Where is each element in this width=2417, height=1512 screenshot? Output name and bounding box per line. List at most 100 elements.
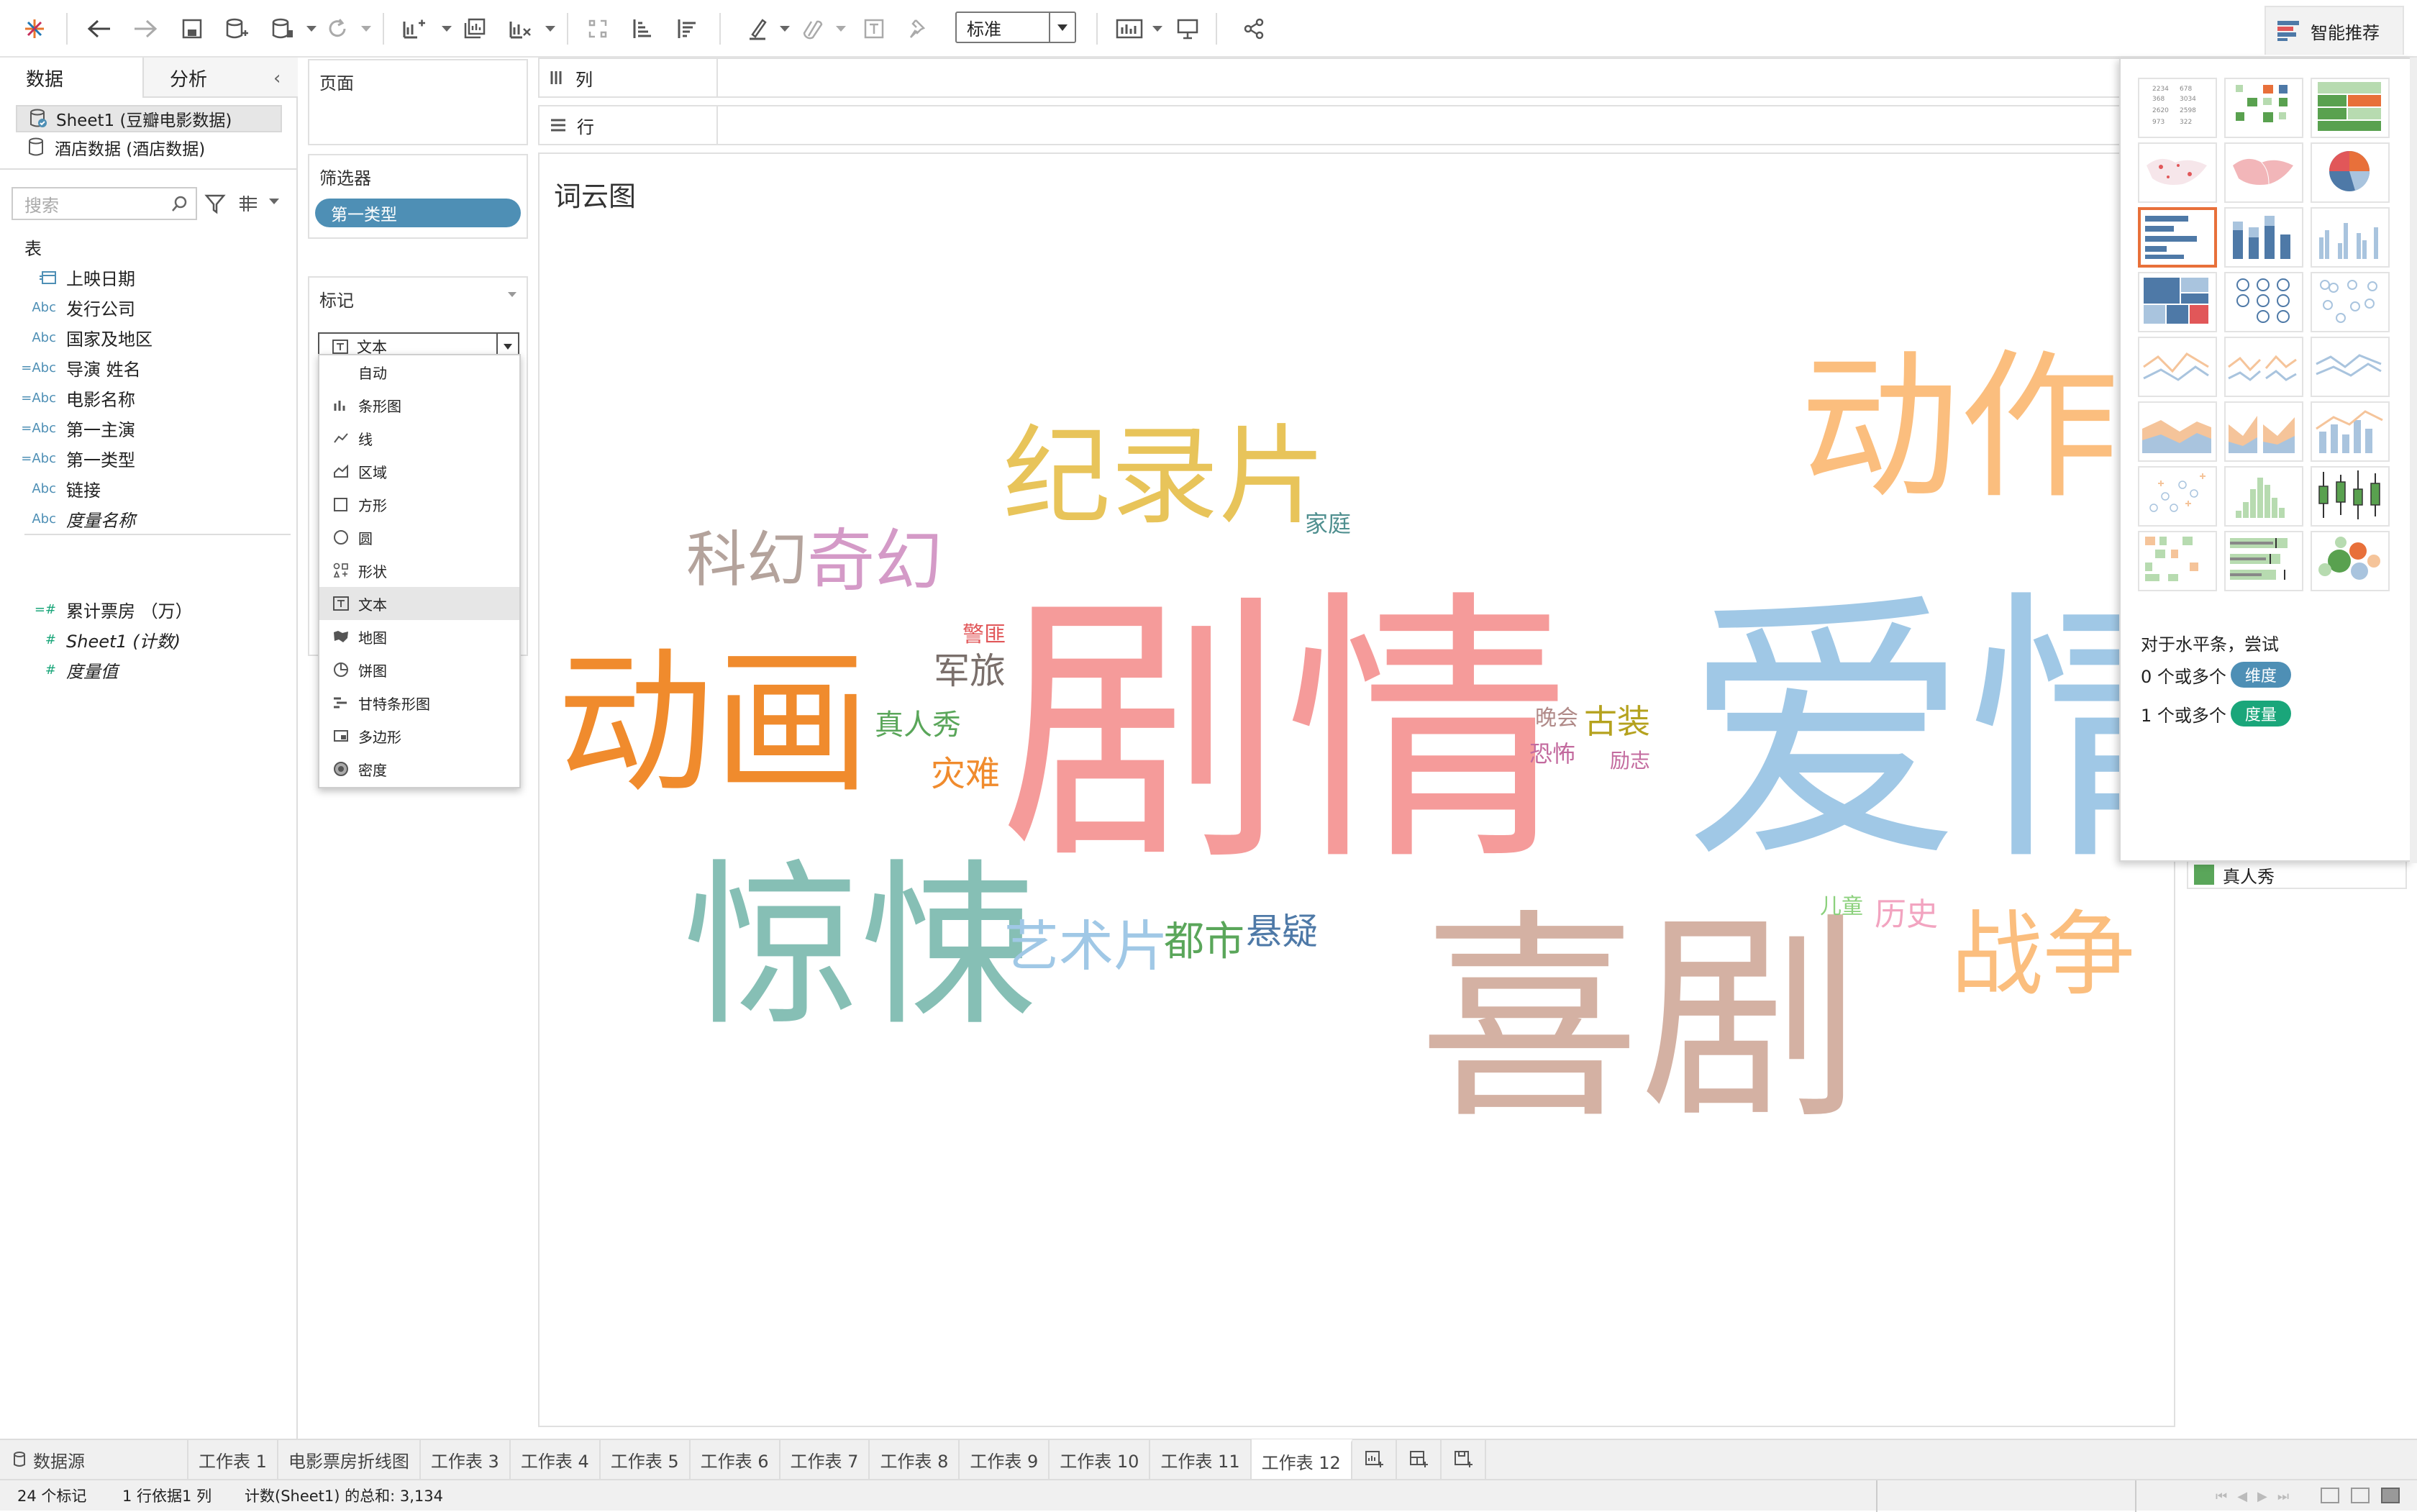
gantt-chart-icon[interactable] [2138, 531, 2217, 591]
mark-type-option[interactable]: 甘特条形图 [319, 686, 519, 719]
marks-menu-icon[interactable] [508, 292, 516, 297]
word-cloud-word[interactable]: 都市 [1164, 922, 1244, 962]
histogram-icon[interactable] [2224, 466, 2303, 527]
filter-icon[interactable] [204, 193, 226, 217]
refresh-dropdown-icon[interactable] [361, 26, 371, 32]
dual-lines-icon[interactable] [2311, 337, 2390, 397]
filter-pill[interactable]: 第一类型 [315, 199, 521, 227]
dimensions-field[interactable]: Abc 发行公司 [0, 292, 288, 322]
area-continuous-icon[interactable] [2138, 401, 2217, 462]
fit-view-select[interactable]: 标准 [955, 12, 1076, 43]
view-options-dropdown-icon[interactable] [269, 199, 279, 204]
mark-type-option[interactable]: 地图 [319, 620, 519, 653]
tab-data[interactable]: 数据 [0, 58, 144, 98]
presentation-mode-icon[interactable] [1171, 10, 1204, 47]
mark-type-option[interactable]: 区域 [319, 455, 519, 488]
box-whisker-icon[interactable] [2311, 466, 2390, 527]
show-me-tab[interactable]: 智能推荐 [2264, 6, 2404, 55]
word-cloud-word[interactable]: 战争 [1951, 909, 2135, 1001]
pie-chart-icon[interactable] [2311, 142, 2390, 203]
dimensions-field[interactable]: Abc 链接 [0, 473, 288, 504]
word-cloud-word[interactable]: 儿童 [1820, 896, 1863, 918]
new-worksheet-tab-icon[interactable] [1352, 1439, 1397, 1480]
datasource-item[interactable]: 酒店数据 (酒店数据) [16, 134, 205, 161]
refresh-icon[interactable] [321, 10, 354, 47]
sheet-tab[interactable]: 工作表 6 [691, 1439, 780, 1480]
show-labels-icon[interactable] [1112, 10, 1148, 47]
measures-field[interactable]: # Sheet1 (计数) [0, 624, 288, 655]
group-dropdown-icon[interactable] [836, 26, 846, 32]
panel-scrollbar[interactable] [2410, 58, 2417, 863]
sheet-tab[interactable]: 工作表 7 [780, 1439, 870, 1480]
show-labels-dropdown-icon[interactable] [1152, 26, 1162, 32]
datasource-tab[interactable]: 数据源 [0, 1439, 188, 1480]
horizontal-bars-icon[interactable] [2138, 207, 2217, 268]
new-worksheet-icon[interactable] [397, 10, 430, 47]
dimensions-field[interactable]: Abc 国家及地区 [0, 322, 288, 352]
circle-views-icon[interactable] [2224, 272, 2303, 332]
share-icon[interactable] [1237, 10, 1270, 47]
stacked-bars-icon[interactable] [2224, 207, 2303, 268]
mark-type-option[interactable]: 自动 [319, 355, 519, 388]
mark-type-option[interactable]: 形状 [319, 554, 519, 587]
sheet-tab[interactable]: 工作表 11 [1150, 1439, 1252, 1480]
symbol-map-icon[interactable] [2138, 142, 2217, 203]
word-cloud-word[interactable]: 爱情 [1683, 591, 2174, 876]
sheet-tab[interactable]: 工作表 10 [1050, 1439, 1151, 1480]
lines-discrete-icon[interactable] [2224, 337, 2303, 397]
pin-icon[interactable] [902, 10, 935, 47]
sheet-tab[interactable]: 工作表 3 [421, 1439, 511, 1480]
word-cloud-word[interactable]: 剧情 [1000, 591, 1570, 876]
dimensions-field[interactable]: =Abc 第一类型 [0, 443, 288, 473]
save-icon[interactable] [176, 10, 209, 47]
undo-icon[interactable] [81, 10, 118, 47]
mark-type-option[interactable]: 饼图 [319, 653, 519, 686]
mark-type-option[interactable]: 条形图 [319, 388, 519, 422]
word-cloud-word[interactable]: 军旅 [934, 653, 1006, 689]
view-options-icon[interactable] [237, 193, 259, 217]
treemap-icon[interactable] [2138, 272, 2217, 332]
tab-analysis[interactable]: 分析 [144, 58, 266, 98]
new-worksheet-dropdown-icon[interactable] [442, 26, 452, 32]
mark-type-option[interactable]: 多边形 [319, 719, 519, 752]
worksheet-canvas[interactable]: 词云图 剧情爱情 动作喜剧 动画惊悚 纪录片奇幻科幻战争 艺术片都市悬疑 军旅灾难 真人秀 古… [538, 152, 2175, 1427]
new-story-tab-icon[interactable] [1442, 1439, 1486, 1480]
text-table-icon[interactable]: 2234 678 368 3034 2620 2598 973 322 [2138, 78, 2217, 138]
sheet-tab[interactable]: 工作表 9 [960, 1439, 1050, 1480]
group-members-icon[interactable] [796, 10, 829, 47]
clear-dropdown-icon[interactable] [545, 26, 555, 32]
word-cloud-word[interactable]: 家庭 [1305, 512, 1351, 535]
word-cloud-word[interactable]: 励志 [1610, 751, 1650, 771]
highlight-table-icon[interactable] [2311, 78, 2390, 138]
measures-field[interactable]: =# 累计票房 （万） [0, 594, 288, 624]
word-cloud-word[interactable]: 警匪 [962, 624, 1006, 646]
filmstrip-view-icon[interactable] [2321, 1488, 2339, 1503]
datasource-item[interactable]: Sheet1 (豆瓣电影数据) [16, 105, 282, 132]
mark-type-option[interactable]: 文本 [319, 587, 519, 620]
filled-map-icon[interactable] [2224, 142, 2303, 203]
sheet-tab[interactable]: 工作表 5 [601, 1439, 691, 1480]
duplicate-sheet-icon[interactable] [458, 10, 491, 47]
mark-type-option[interactable]: 线 [319, 422, 519, 455]
word-cloud-word[interactable]: 真人秀 [875, 711, 961, 739]
word-cloud-word[interactable]: 动作 [1800, 348, 2119, 508]
mark-type-option[interactable]: 方形 [319, 488, 519, 521]
pages-shelf[interactable]: 页面 [308, 59, 528, 145]
search-input[interactable]: 搜索 [12, 187, 197, 220]
dual-combination-icon[interactable] [2311, 401, 2390, 462]
dimensions-field[interactable]: =Abc 电影名称 [0, 383, 288, 413]
word-cloud-word[interactable]: 动画 [557, 646, 870, 803]
clear-sheet-icon[interactable] [504, 10, 537, 47]
word-cloud-word[interactable]: 古装 [1584, 705, 1650, 738]
swap-rows-columns-icon[interactable] [581, 10, 614, 47]
word-cloud-word[interactable]: 历史 [1875, 899, 1938, 931]
sorter-view-icon[interactable] [2351, 1488, 2370, 1503]
tableau-logo-icon[interactable] [16, 10, 53, 47]
word-cloud-word[interactable]: 恐怖 [1529, 742, 1575, 765]
scatter-plot-icon[interactable] [2138, 466, 2217, 527]
dimensions-field[interactable]: =Abc 导演 姓名 [0, 352, 288, 383]
sheet-tab[interactable]: 工作表 4 [511, 1439, 601, 1480]
tabs-view-icon[interactable] [2381, 1488, 2400, 1503]
highlight-dropdown-icon[interactable] [780, 26, 790, 32]
dimensions-field[interactable]: 上映日期 [0, 262, 288, 292]
